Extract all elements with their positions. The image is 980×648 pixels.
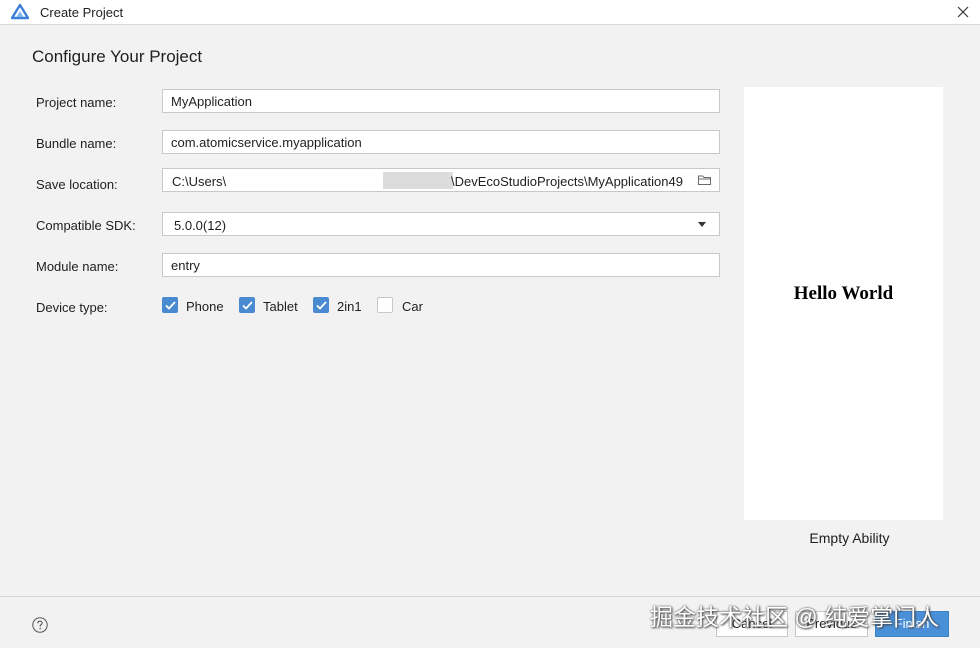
save-location-input[interactable]: C:\Users\ \DevEcoStudioProjects\MyApplic… [162, 168, 720, 192]
device-type-label: Device type: [36, 300, 108, 315]
bundle-name-input[interactable] [162, 130, 720, 154]
module-name-label: Module name: [36, 259, 119, 274]
template-preview: Hello World [744, 87, 943, 520]
car-checkbox[interactable] [377, 297, 393, 313]
save-location-prefix: C:\Users\ [172, 174, 227, 189]
compatible-sdk-label: Compatible SDK: [36, 218, 136, 233]
bundle-name-label: Bundle name: [36, 136, 117, 151]
check-icon [241, 300, 253, 310]
finish-button[interactable]: Finish [875, 611, 949, 637]
compatible-sdk-value: 5.0.0(12) [174, 218, 227, 233]
phone-checkbox[interactable] [162, 297, 178, 313]
phone-checkbox-label[interactable]: Phone [186, 299, 224, 314]
template-name: Empty Ability [809, 530, 890, 546]
2in1-checkbox[interactable] [313, 297, 329, 313]
project-name-input[interactable] [162, 89, 720, 113]
window-title: Create Project [40, 5, 124, 20]
title-bar: Create Project [0, 0, 980, 25]
close-button[interactable] [946, 0, 980, 24]
tablet-checkbox[interactable] [239, 297, 255, 313]
project-name-label: Project name: [36, 95, 117, 110]
chevron-down-icon [698, 222, 706, 227]
car-checkbox-label[interactable]: Car [402, 299, 423, 314]
check-icon [164, 300, 176, 310]
save-location-label: Save location: [36, 177, 118, 192]
footer-divider [0, 596, 980, 597]
save-location-suffix: \DevEcoStudioProjects\MyApplication49 [451, 174, 683, 189]
2in1-checkbox-label[interactable]: 2in1 [337, 299, 362, 314]
check-icon [315, 300, 327, 310]
close-icon [957, 6, 969, 18]
deveco-logo-icon [11, 4, 29, 20]
compatible-sdk-select[interactable]: 5.0.0(12) [162, 212, 720, 236]
preview-hello-text: Hello World [793, 283, 894, 304]
cancel-button[interactable]: Cancel [716, 611, 788, 637]
redacted-username [383, 172, 453, 189]
page-title: Configure Your Project [32, 47, 203, 66]
folder-icon[interactable] [698, 174, 711, 186]
help-icon[interactable] [32, 617, 48, 633]
tablet-checkbox-label[interactable]: Tablet [263, 299, 298, 314]
module-name-input[interactable] [162, 253, 720, 277]
previous-button[interactable]: Previous [795, 611, 868, 637]
